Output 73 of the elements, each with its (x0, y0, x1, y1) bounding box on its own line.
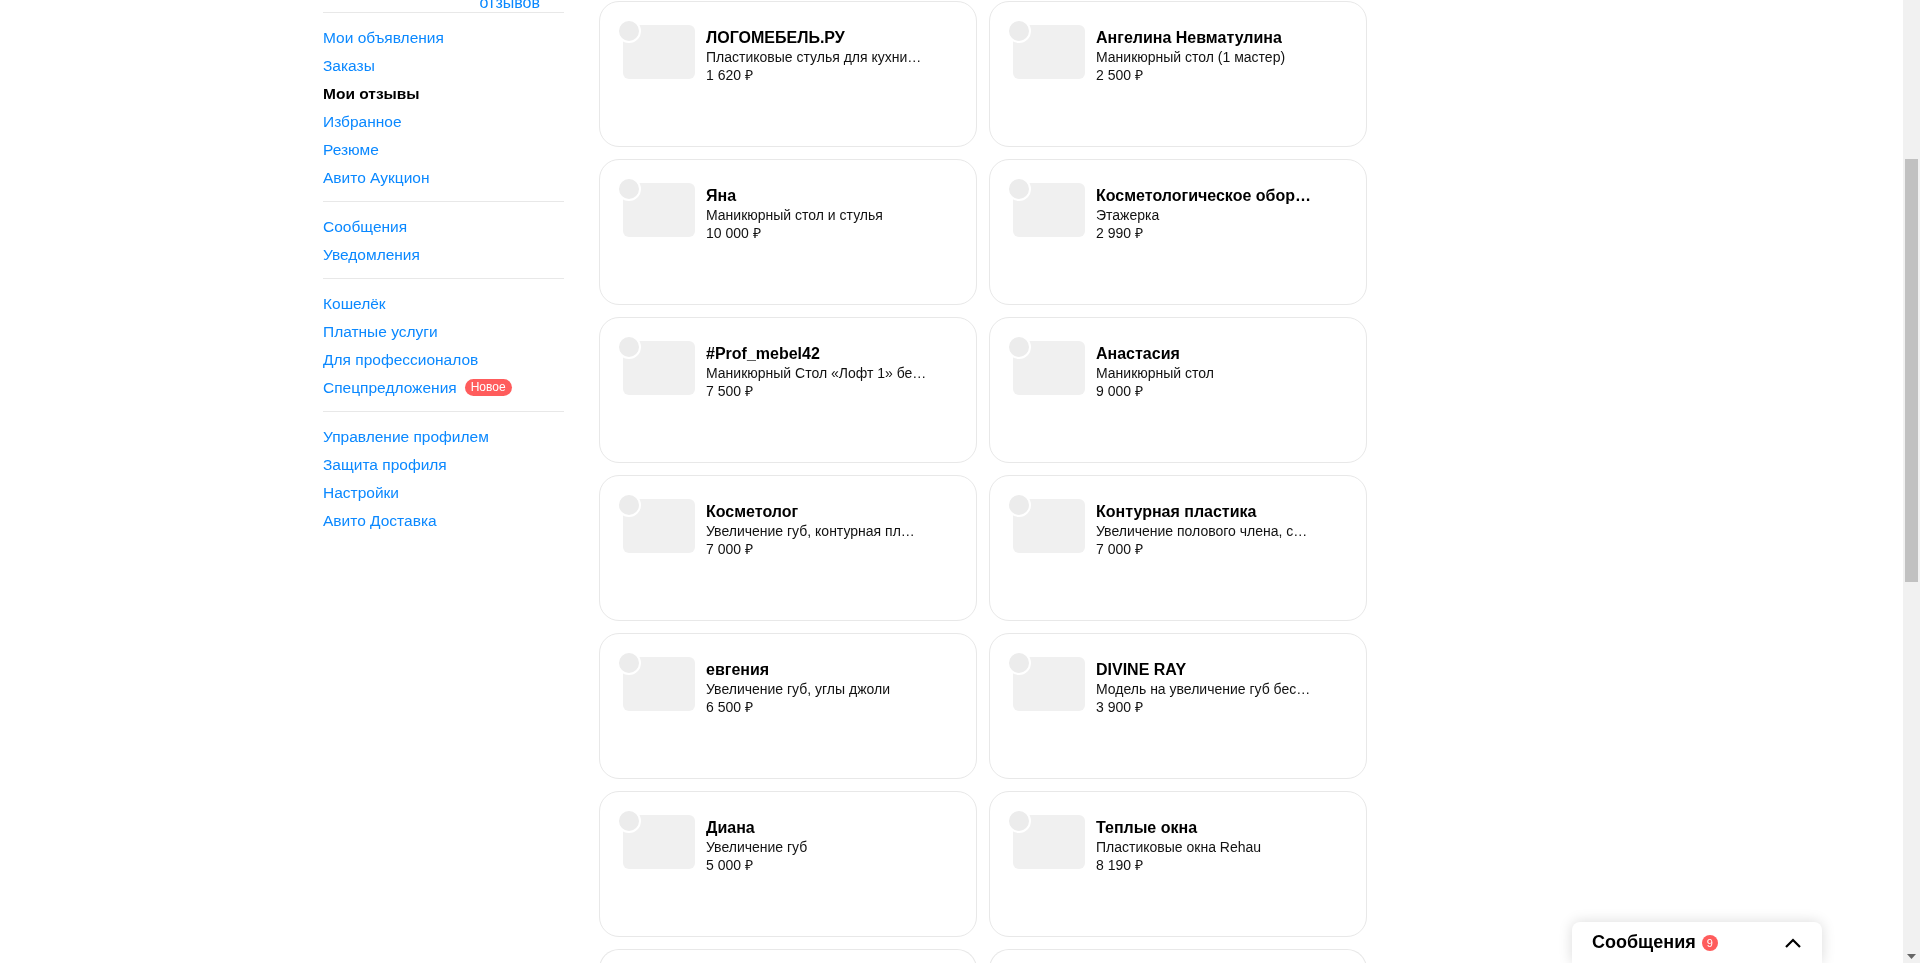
sidebar-item[interactable]: Управление профилем (323, 425, 489, 448)
sidebar-item[interactable]: Защита профиля (323, 453, 447, 476)
card-subtitle: Увеличение губ, углы джоли (706, 680, 890, 698)
messages-widget[interactable]: Сообщения 9 (1572, 922, 1822, 963)
sidebar-item[interactable]: Для профессионалов (323, 348, 479, 371)
card-subtitle: Пластиковые стулья для кухни… (706, 48, 922, 66)
card-subtitle: Модель на увеличение губ бес… (1096, 680, 1311, 698)
review-card[interactable]: Диана Увеличение губ 5 000 ₽ (599, 791, 977, 937)
card-title: Диана (706, 818, 756, 838)
card-price: 6 500 ₽ (706, 698, 754, 716)
card-price: 5 000 ₽ (706, 856, 754, 874)
card-price: 10 000 ₽ (706, 224, 762, 242)
card-price: 2 990 ₽ (1096, 224, 1144, 242)
sidebar-item[interactable]: Спецпредложения (323, 376, 457, 399)
card-price: 7 500 ₽ (706, 382, 754, 400)
card-title: Косметолог (706, 502, 800, 522)
review-card[interactable]: ЛОГОМЕБЕЛЬ.РУ Пластиковые стулья для кухни… 1 620 ₽ (599, 1, 977, 147)
review-card[interactable]: Яна Маникюрный стол и стулья 10 000 ₽ (599, 159, 977, 305)
card-subtitle: Маникюрный стол (1096, 364, 1214, 382)
unread-count-badge: 9 (1701, 934, 1718, 951)
new-badge: Новое (464, 379, 512, 396)
review-card[interactable]: Контурная пластика Увеличение полового члена, с… 7 000 ₽ (989, 475, 1367, 621)
card-title: #Prof_mebel42 (706, 344, 821, 364)
card-title: ЛОГОМЕБЕЛЬ.РУ (706, 28, 846, 48)
sidebar-item[interactable]: Заказы (323, 54, 375, 77)
card-subtitle: Увеличение губ (706, 838, 808, 856)
reviews-link[interactable]: отзывов (479, 0, 540, 12)
scrollbar-thumb[interactable] (1905, 159, 1918, 582)
sidebar-item[interactable]: Мои объявления (323, 26, 444, 49)
review-card[interactable]: евгения Увеличение губ, углы джоли 6 500 ₽ (599, 633, 977, 779)
card-price: 2 500 ₽ (1096, 66, 1144, 84)
card-subtitle: Увеличение губ, контурная пл… (706, 522, 915, 540)
sidebar-item[interactable]: Авито Доставка (323, 509, 437, 532)
sidebar-item[interactable]: Настройки (323, 481, 399, 504)
card-subtitle: Этажерка (1096, 206, 1161, 224)
card-price: 3 900 ₽ (1096, 698, 1144, 716)
messages-title: Сообщения (1592, 932, 1696, 953)
chevron-icon[interactable] (1784, 936, 1802, 949)
card-price: 1 620 ₽ (706, 66, 754, 84)
review-card[interactable]: Косметолог Увеличение губ, контурная пл… 7 000 ₽ (599, 475, 977, 621)
scroll-down-icon[interactable] (1907, 954, 1916, 959)
card-price: 7 000 ₽ (706, 540, 754, 558)
sidebar-item[interactable]: Уведомления (323, 243, 420, 266)
sidebar-item[interactable]: Авито Аукцион (323, 166, 430, 189)
scrollbar[interactable] (1903, 0, 1920, 963)
card-title: евгения (706, 660, 771, 680)
review-card[interactable]: #Prof_mebel42 Маникюрный Стол «Лофт 1» бе… 7 500 ₽ (599, 317, 977, 463)
card-title: Яна (706, 186, 738, 206)
card-subtitle: Увеличение полового члена, с… (1096, 522, 1308, 540)
card-subtitle: Пластиковые окна Rehau (1096, 838, 1262, 856)
card-price: 8 190 ₽ (1096, 856, 1144, 874)
card-title: Теплые окна (1096, 818, 1199, 838)
card-subtitle: Маникюрный стол (1 мастер) (1096, 48, 1286, 66)
sidebar-item[interactable]: Кошелёк (323, 292, 386, 315)
card-price: 7 000 ₽ (1096, 540, 1144, 558)
card-title: Контурная пластика (1096, 502, 1258, 522)
card-title: Анастасия (1096, 344, 1181, 364)
card-title: DIVINE RAY (1096, 660, 1188, 680)
card-title: Ангелина Невматулина (1096, 28, 1283, 48)
sidebar-item[interactable]: Мои отзывы (323, 82, 420, 105)
card-price: 9 000 ₽ (1096, 382, 1144, 400)
review-card[interactable]: Теплые окна Пластиковые окна Rehau 8 190 ₽ (989, 791, 1367, 937)
review-card[interactable]: DIVINE RAY Модель на увеличение губ бес… 3 900 ₽ (989, 633, 1367, 779)
card-title: Косметологическое обор… (1096, 186, 1311, 206)
sidebar-item[interactable]: Резюме (323, 138, 379, 161)
sidebar-item[interactable]: Сообщения (323, 215, 408, 238)
review-card[interactable]: Ангелина Невматулина Маникюрный стол (1 мастер) 2 500 ₽ (989, 1, 1367, 147)
card-subtitle: Маникюрный стол и стулья (706, 206, 883, 224)
review-card[interactable]: Косметологическое обор… Этажерка 2 990 ₽ (989, 159, 1367, 305)
card-subtitle: Маникюрный Стол «Лофт 1» бе… (706, 364, 927, 382)
sidebar-item[interactable]: Избранное (323, 110, 402, 133)
sidebar-item[interactable]: Платные услуги (323, 320, 438, 343)
review-card[interactable]: Анастасия Маникюрный стол 9 000 ₽ (989, 317, 1367, 463)
